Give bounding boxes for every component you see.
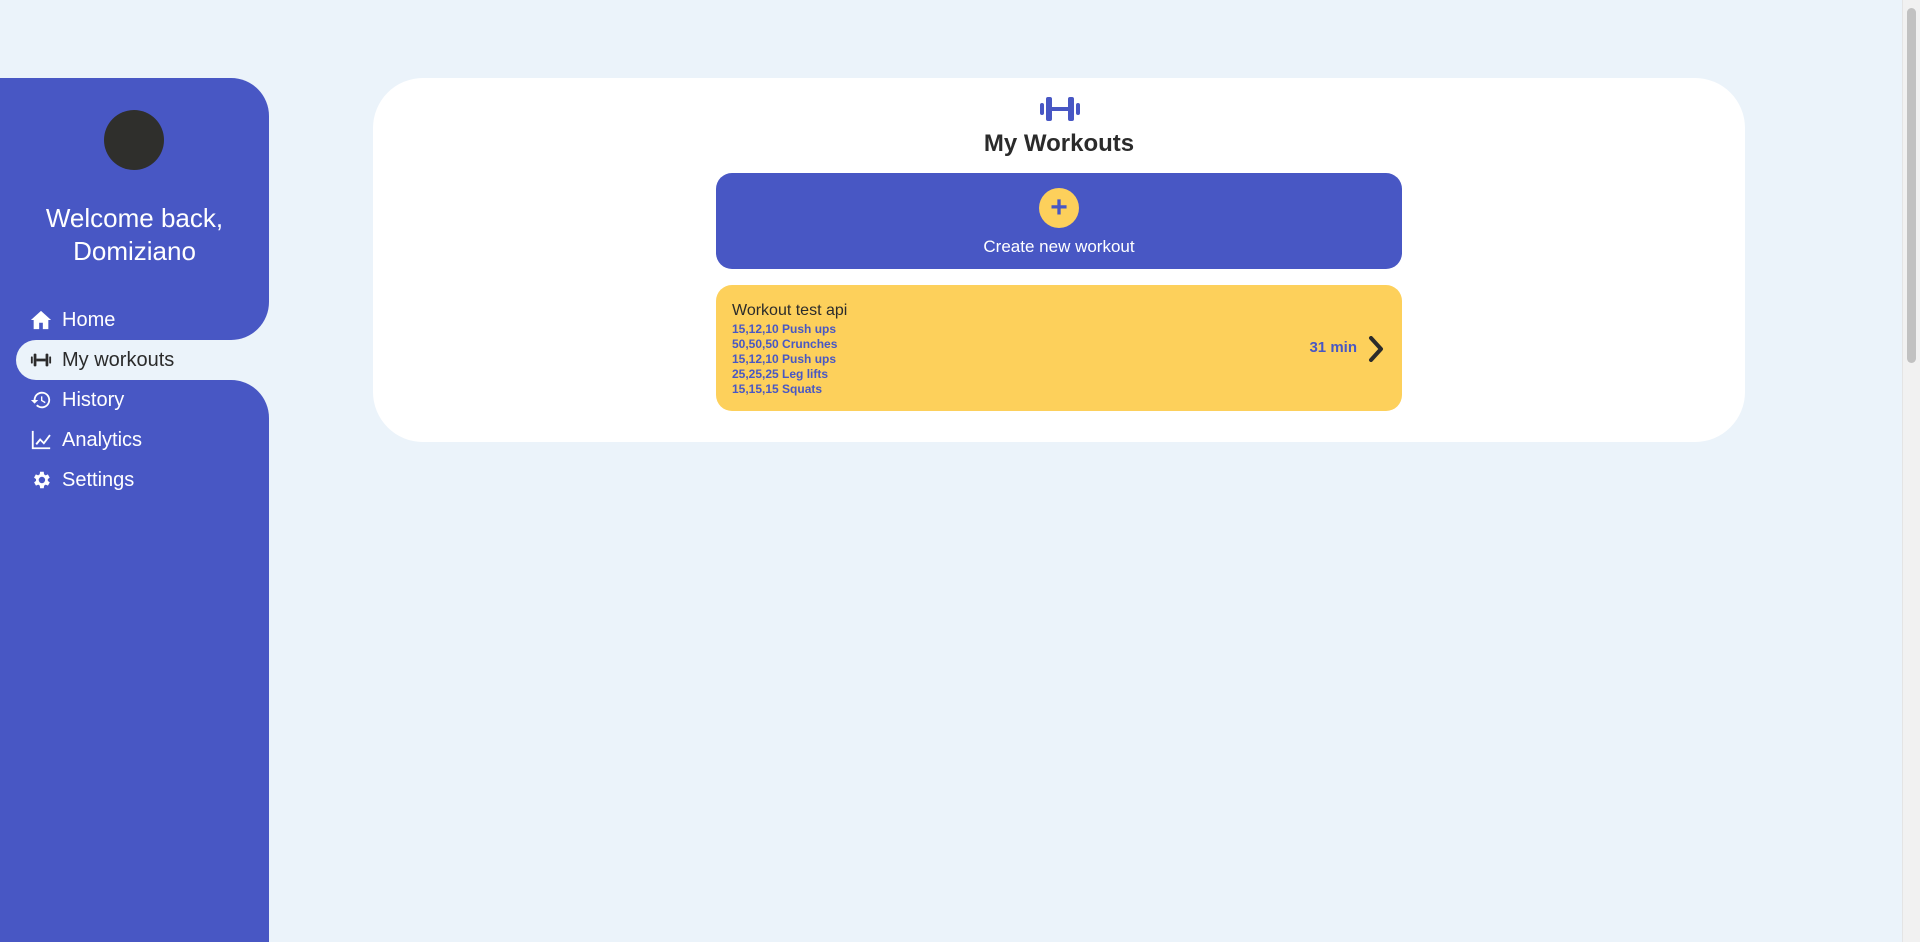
- exercise-item: 15,15,15 Squats: [732, 382, 823, 396]
- user-name: Domiziano: [73, 236, 196, 266]
- workout-card[interactable]: Workout test api 15,12,10 Push ups 50,50…: [716, 285, 1402, 411]
- sidebar-item-home[interactable]: Home: [30, 300, 115, 340]
- sidebar: Welcome back, Domiziano Home My workouts…: [0, 78, 269, 942]
- scrollbar-thumb[interactable]: [1907, 8, 1916, 363]
- workouts-panel: My Workouts + Create new workout Workout…: [373, 78, 1745, 442]
- sidebar-item-label: History: [62, 388, 125, 411]
- workout-duration: 31 min: [1309, 339, 1357, 356]
- welcome-greeting: Welcome back,: [45, 203, 224, 233]
- chart-line-icon: [31, 430, 51, 450]
- dumbbell-icon: [30, 353, 52, 367]
- sidebar-item-analytics[interactable]: Analytics: [30, 420, 142, 460]
- home-icon: [30, 310, 52, 330]
- sidebar-item-label: Analytics: [62, 428, 143, 451]
- workout-name: Workout test api: [732, 302, 848, 319]
- sidebar-item-label: Settings: [62, 468, 135, 491]
- dumbbell-icon: [1040, 97, 1080, 121]
- exercise-list: 15,12,10 Push ups 50,50,50 Crunches 15,1…: [732, 322, 837, 397]
- avatar[interactable]: [104, 110, 164, 170]
- plus-icon: +: [1039, 188, 1079, 228]
- exercise-item: 50,50,50 Crunches: [732, 337, 838, 351]
- sidebar-item-label: My workouts: [62, 348, 175, 371]
- exercise-item: 15,12,10 Push ups: [732, 322, 837, 336]
- gear-icon: [34, 471, 50, 489]
- chevron-right-icon[interactable]: [1368, 336, 1384, 362]
- scrollbar[interactable]: [1902, 0, 1920, 942]
- create-workout-button[interactable]: + Create new workout: [716, 173, 1402, 269]
- history-icon: [30, 391, 51, 409]
- sidebar-item-label: Home: [62, 308, 116, 331]
- sidebar-item-history[interactable]: History: [30, 380, 124, 420]
- page-title: My Workouts: [983, 130, 1135, 157]
- sidebar-item-settings[interactable]: Settings: [30, 460, 134, 500]
- create-workout-label: Create new workout: [983, 237, 1135, 256]
- welcome-message: Welcome back, Domiziano: [0, 202, 269, 268]
- sidebar-item-my-workouts[interactable]: My workouts: [30, 340, 174, 380]
- exercise-item: 25,25,25 Leg lifts: [732, 367, 829, 381]
- exercise-item: 15,12,10 Push ups: [732, 352, 837, 366]
